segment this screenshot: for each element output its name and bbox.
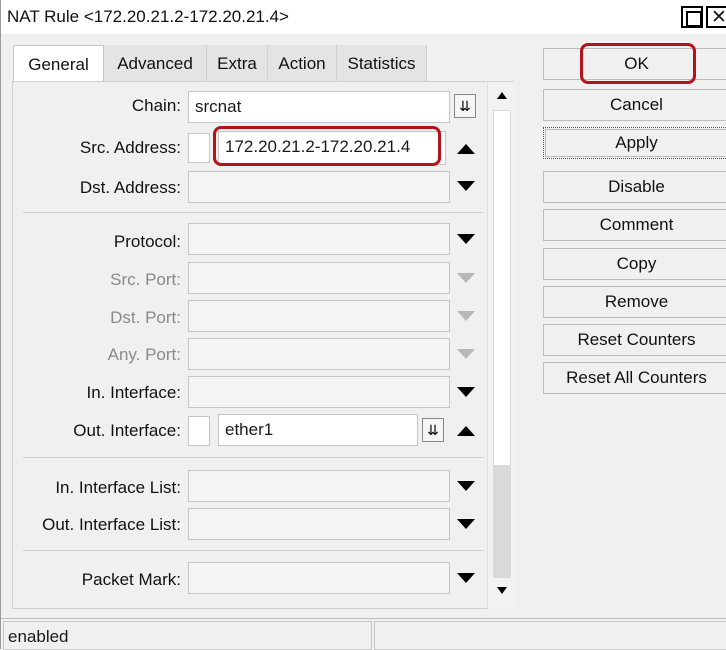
in-interface-list-dropdown-icon[interactable]	[457, 481, 475, 491]
window-title: NAT Rule <172.20.21.2-172.20.21.4>	[7, 7, 289, 26]
out-interface-collapse-icon[interactable]	[457, 426, 475, 436]
reset-counters-button[interactable]: Reset Counters	[543, 324, 726, 356]
reset-all-counters-button[interactable]: Reset All Counters	[543, 362, 726, 394]
scrollbar-thumb[interactable]	[493, 110, 511, 466]
tab-extra[interactable]: Extra	[207, 45, 268, 81]
separator	[23, 457, 483, 458]
src-port-label: Src. Port:	[110, 270, 181, 289]
title-bar: NAT Rule <172.20.21.2-172.20.21.4> ✕	[1, 0, 726, 34]
ok-button-highlight	[580, 43, 696, 84]
packet-mark-dropdown-icon[interactable]	[457, 573, 475, 583]
scroll-down-icon[interactable]	[497, 587, 507, 594]
chain-select[interactable]: srcnat	[188, 91, 450, 123]
disable-button[interactable]: Disable	[543, 171, 726, 203]
in-interface-label: In. Interface:	[86, 383, 182, 402]
in-interface-list-input[interactable]	[188, 470, 450, 502]
any-port-label: Any. Port:	[107, 345, 181, 364]
status-enabled: enabled	[3, 621, 372, 650]
cancel-button[interactable]: Cancel	[543, 89, 726, 121]
out-interface-label: Out. Interface:	[73, 421, 181, 440]
protocol-input[interactable]	[188, 223, 450, 255]
src-address-invert-checkbox[interactable]	[188, 133, 210, 163]
dst-port-input	[188, 300, 450, 332]
any-port-dropdown-icon	[457, 349, 475, 359]
status-empty-cell	[374, 621, 726, 650]
tab-statistics[interactable]: Statistics	[337, 45, 427, 81]
close-icon[interactable]: ✕	[706, 6, 726, 28]
comment-button[interactable]: Comment	[543, 209, 726, 241]
in-interface-list-label: In. Interface List:	[55, 478, 181, 497]
tab-action[interactable]: Action	[268, 45, 337, 81]
remove-button[interactable]: Remove	[543, 286, 726, 318]
in-interface-input[interactable]	[188, 376, 450, 408]
separator	[23, 212, 483, 213]
dst-address-dropdown-icon[interactable]	[457, 181, 475, 191]
status-bar: enabled	[1, 618, 726, 650]
tab-general[interactable]: General	[13, 45, 104, 82]
in-interface-dropdown-icon[interactable]	[457, 387, 475, 397]
out-interface-list-input[interactable]	[188, 508, 450, 540]
packet-mark-input[interactable]	[188, 562, 450, 594]
restore-icon[interactable]	[681, 6, 703, 28]
chain-select-dropdown-icon[interactable]: ⇊	[454, 94, 476, 118]
scrollbar-track[interactable]	[493, 466, 511, 578]
out-interface-list-dropdown-icon[interactable]	[457, 519, 475, 529]
any-port-input	[188, 338, 450, 370]
vertical-scrollbar[interactable]	[487, 82, 515, 610]
protocol-label: Protocol:	[113, 232, 181, 251]
src-address-highlight	[213, 126, 441, 166]
dst-port-label: Dst. Port:	[110, 308, 181, 327]
src-port-dropdown-icon	[457, 273, 475, 283]
out-interface-select[interactable]: ether1	[218, 414, 418, 446]
src-address-collapse-icon[interactable]	[457, 144, 475, 154]
copy-button[interactable]: Copy	[543, 248, 726, 280]
protocol-dropdown-icon[interactable]	[457, 234, 475, 244]
nat-rule-window: NAT Rule <172.20.21.2-172.20.21.4> ✕ Gen…	[0, 0, 726, 650]
out-interface-select-dropdown-icon[interactable]: ⇊	[422, 418, 444, 442]
dst-port-dropdown-icon	[457, 311, 475, 321]
apply-button[interactable]: Apply	[543, 127, 726, 159]
src-address-label: Src. Address:	[79, 138, 181, 157]
separator	[23, 550, 483, 551]
dst-address-label: Dst. Address:	[79, 178, 181, 197]
dst-address-input[interactable]	[188, 171, 450, 203]
src-port-input	[188, 262, 450, 294]
tab-advanced[interactable]: Advanced	[104, 45, 207, 81]
chain-label: Chain:	[131, 96, 181, 115]
out-interface-invert-checkbox[interactable]	[188, 416, 210, 446]
packet-mark-label: Packet Mark:	[81, 570, 181, 589]
scroll-up-icon[interactable]	[497, 92, 507, 99]
out-interface-list-label: Out. Interface List:	[42, 515, 181, 534]
